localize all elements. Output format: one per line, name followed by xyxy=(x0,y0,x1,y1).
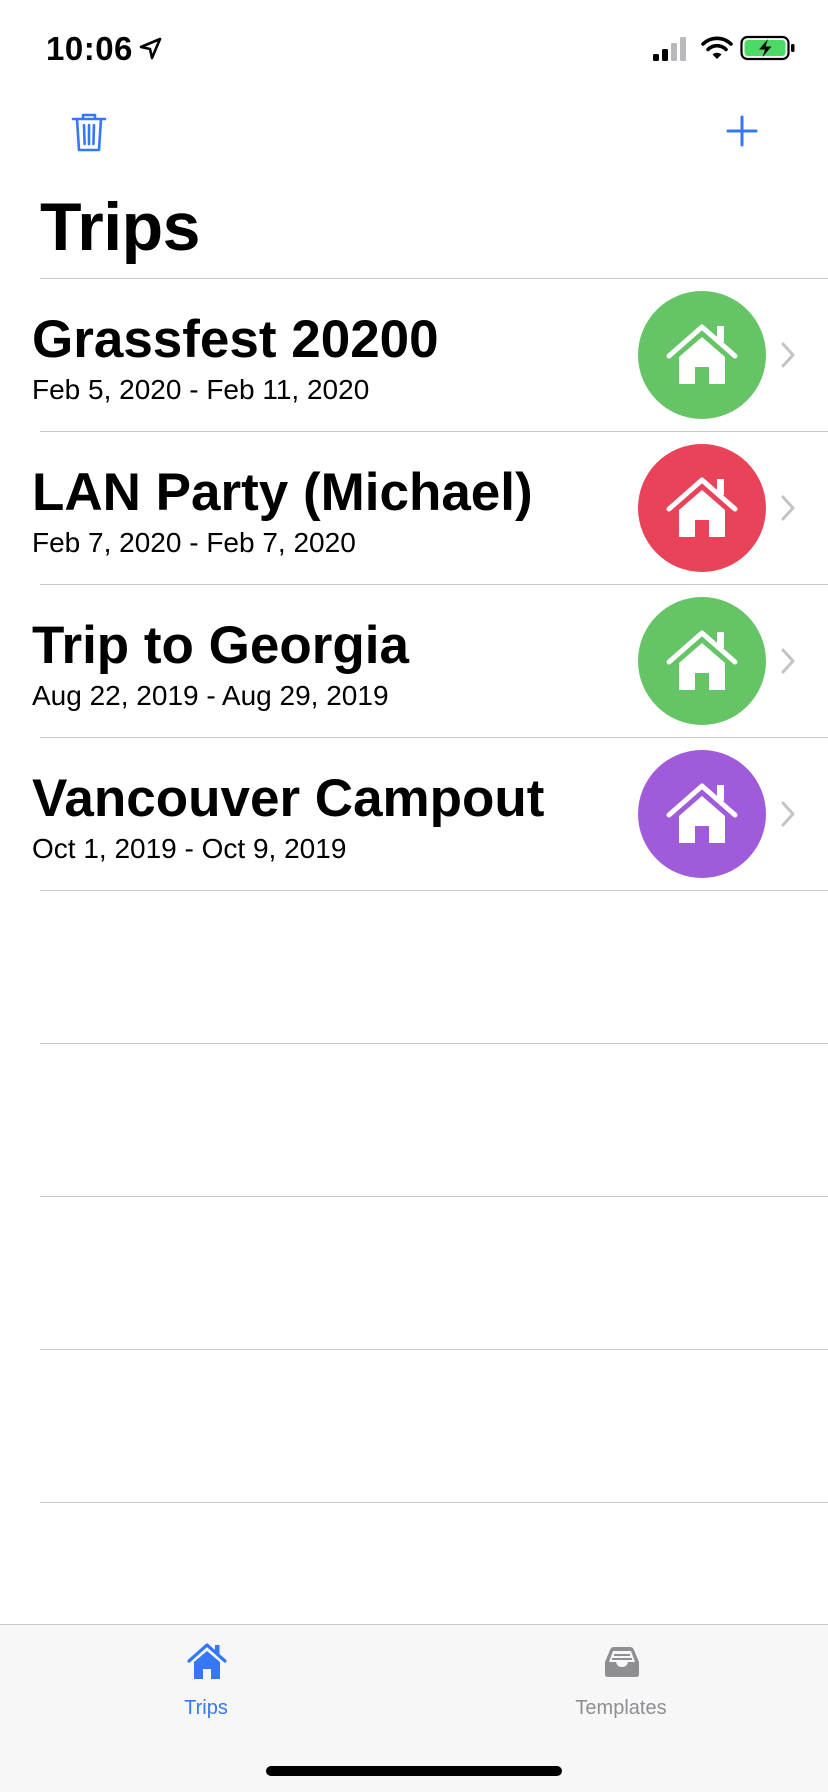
list-separator xyxy=(40,890,828,891)
status-bar: 10:06 xyxy=(0,0,828,100)
trip-dates: Oct 1, 2019 - Oct 9, 2019 xyxy=(32,833,347,864)
battery-charging-icon xyxy=(740,35,795,61)
chevron-right-icon xyxy=(781,801,795,827)
add-button[interactable] xyxy=(725,112,759,150)
house-icon xyxy=(666,477,738,537)
trip-title: LAN Party (Michael) xyxy=(32,463,533,522)
trip-row-vancouver[interactable]: Vancouver Campout Oct 1, 2019 - Oct 9, 2… xyxy=(0,738,828,890)
trip-dates: Feb 7, 2020 - Feb 7, 2020 xyxy=(32,527,356,558)
chevron-right-icon xyxy=(781,648,795,674)
home-indicator xyxy=(266,1766,562,1776)
location-arrow-icon xyxy=(139,37,162,60)
trip-dates: Feb 5, 2020 - Feb 11, 2020 xyxy=(32,374,370,405)
trip-row-georgia[interactable]: Trip to Georgia Aug 22, 2019 - Aug 29, 2… xyxy=(0,585,828,737)
cellular-signal-icon xyxy=(653,37,686,61)
tray-icon xyxy=(605,1647,639,1677)
tab-templates[interactable]: Templates xyxy=(521,1641,721,1741)
tab-trips[interactable]: Trips xyxy=(106,1641,306,1741)
status-time: 10:06 xyxy=(46,30,133,67)
tab-label: Templates xyxy=(575,1697,667,1719)
trip-row-lan-party[interactable]: LAN Party (Michael) Feb 7, 2020 - Feb 7,… xyxy=(0,432,828,584)
chevron-right-icon xyxy=(781,342,795,368)
trip-title: Vancouver Campout xyxy=(32,769,545,828)
trip-dates: Aug 22, 2019 - Aug 29, 2019 xyxy=(32,680,389,711)
trip-badge xyxy=(638,444,766,572)
empty-row-separator xyxy=(40,1196,828,1197)
trip-badge xyxy=(638,750,766,878)
house-icon xyxy=(666,630,738,690)
trash-button[interactable] xyxy=(70,112,108,154)
house-icon xyxy=(187,1643,227,1679)
house-icon xyxy=(666,324,738,384)
page-title: Trips xyxy=(40,189,201,265)
trip-title: Trip to Georgia xyxy=(32,616,409,675)
trip-badge xyxy=(638,597,766,725)
empty-row-separator xyxy=(40,1502,828,1503)
chevron-right-icon xyxy=(781,495,795,521)
trip-badge xyxy=(638,291,766,419)
wifi-icon xyxy=(701,36,733,59)
tab-label: Trips xyxy=(184,1697,228,1719)
empty-row-separator xyxy=(40,1043,828,1044)
house-icon xyxy=(666,783,738,843)
trip-row-grassfest[interactable]: Grassfest 20200 Feb 5, 2020 - Feb 11, 20… xyxy=(0,279,828,431)
empty-row-separator xyxy=(40,1349,828,1350)
trip-title: Grassfest 20200 xyxy=(32,310,439,369)
trips-screen: 10:06 Trips Grassfest 20200 Feb 5, 2020 … xyxy=(0,0,828,1792)
